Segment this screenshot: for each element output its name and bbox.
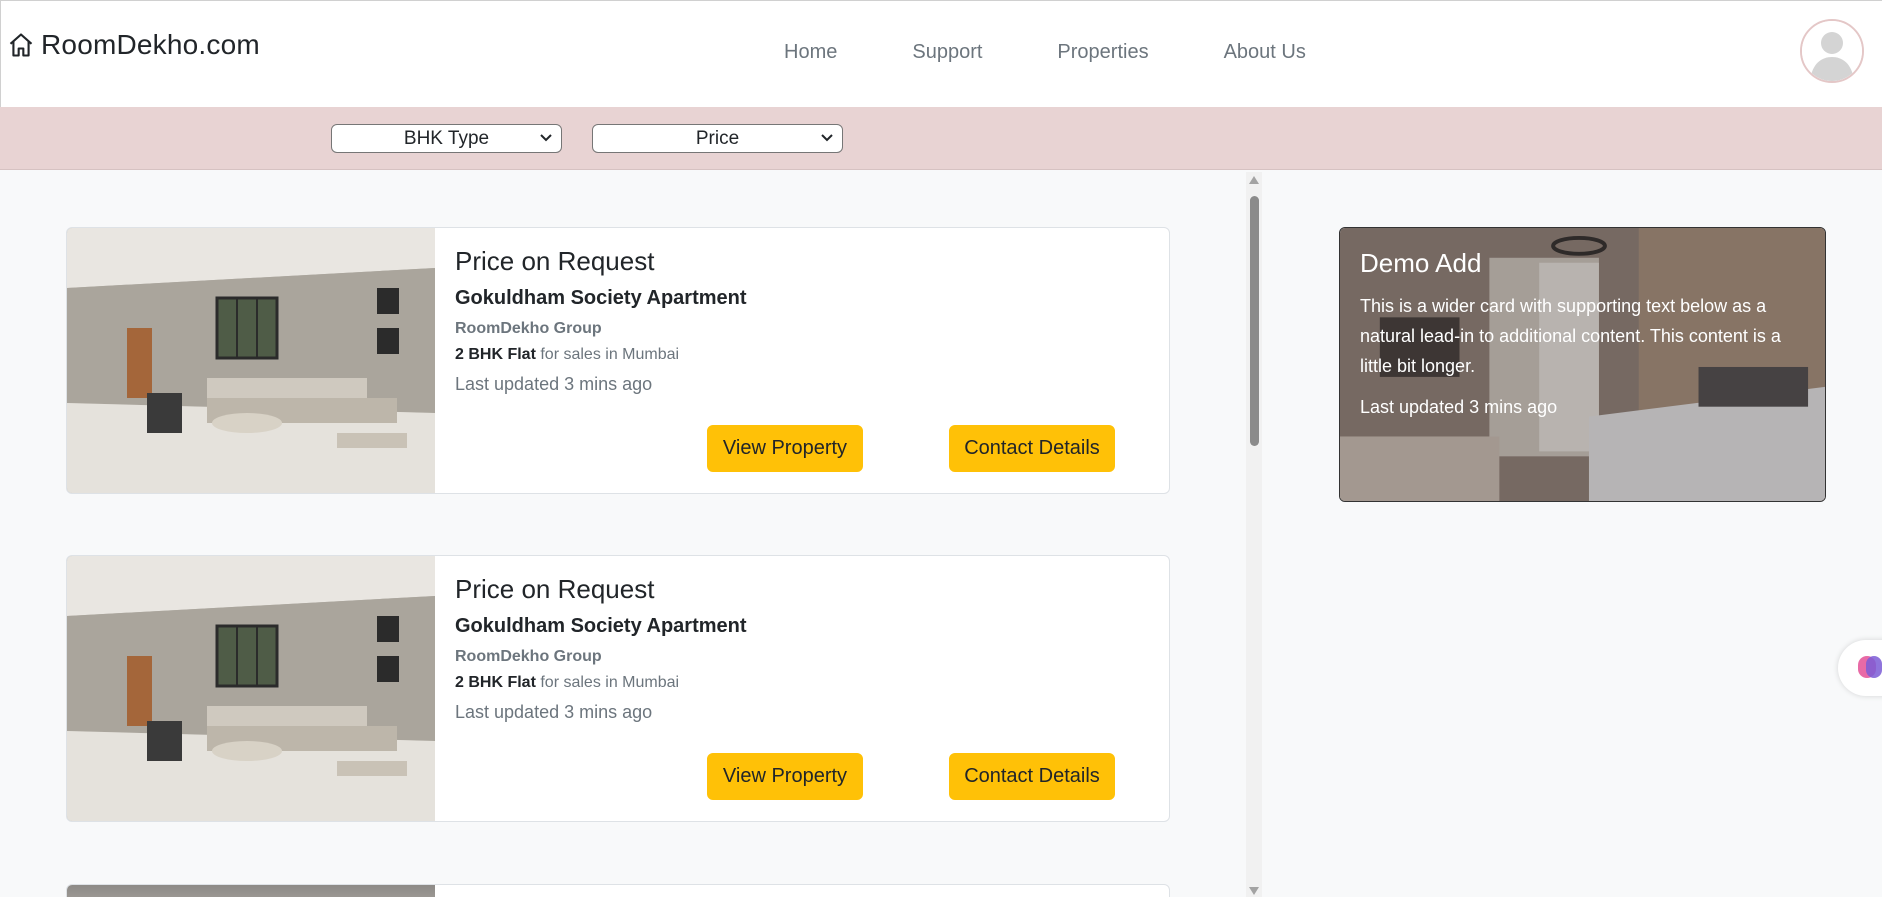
property-title: Gokuldham Society Apartment — [455, 287, 747, 309]
contact-details-button[interactable]: Contact Details — [949, 753, 1115, 800]
property-image — [67, 885, 435, 897]
property-group: RoomDekho Group — [455, 648, 602, 665]
property-flat-info: 2 BHK Flat for sales in Mumbai — [455, 674, 1149, 692]
chevron-down-icon — [821, 134, 833, 142]
ad-title: Demo Add — [1360, 248, 1482, 278]
flat-location: for sales in Mumbai — [540, 674, 680, 691]
property-image — [67, 556, 435, 821]
property-updated: Last updated 3 mins ago — [455, 702, 653, 722]
property-group: RoomDekho Group — [455, 320, 602, 337]
nav-support[interactable]: Support — [912, 41, 982, 64]
home-icon — [9, 33, 33, 57]
listing-scrollbar[interactable] — [1246, 172, 1262, 897]
nav-home[interactable]: Home — [784, 41, 837, 64]
assistant-icon-overlay — [1866, 656, 1882, 678]
navbar: RoomDekho.com Home Support Properties Ab… — [0, 0, 1882, 107]
view-property-button[interactable]: View Property — [707, 425, 863, 472]
bhk-type-value: BHK Type — [403, 127, 490, 149]
filter-bar: BHK Type Price — [0, 107, 1882, 170]
ad-updated: Last updated 3 mins ago — [1360, 397, 1558, 417]
property-image — [67, 228, 435, 493]
property-price: Price on Request — [455, 574, 655, 604]
user-avatar-button[interactable] — [1800, 19, 1864, 83]
ad-card-body: Demo Add This is a wider card with suppo… — [1360, 248, 1805, 418]
property-title: Gokuldham Society Apartment — [455, 615, 747, 637]
contact-details-button[interactable]: Contact Details — [949, 425, 1115, 472]
brand-name: RoomDekho.com — [41, 29, 260, 60]
property-flat-info: 2 BHK Flat for sales in Mumbai — [455, 346, 1149, 364]
chevron-down-icon — [540, 134, 552, 142]
price-select[interactable]: Price — [592, 124, 843, 153]
nav-about-us[interactable]: About Us — [1224, 41, 1306, 64]
brand[interactable]: RoomDekho.com — [7, 29, 260, 61]
main-nav: Home Support Properties About Us — [784, 41, 1306, 64]
ad-card[interactable]: Demo Add This is a wider card with suppo… — [1339, 227, 1826, 502]
price-value: Price — [695, 127, 740, 149]
scrollbar-thumb[interactable] — [1250, 196, 1259, 446]
nav-properties[interactable]: Properties — [1057, 41, 1148, 64]
ad-text: This is a wider card with supporting tex… — [1360, 296, 1781, 376]
property-updated: Last updated 3 mins ago — [455, 374, 653, 394]
property-card-partial — [66, 884, 1170, 897]
flat-location: for sales in Mumbai — [540, 346, 680, 363]
property-card: Price on Request Gokuldham Society Apart… — [66, 555, 1170, 822]
flat-type: 2 BHK Flat — [455, 674, 536, 691]
user-avatar-icon — [1802, 21, 1862, 81]
listing-area[interactable]: Price on Request Gokuldham Society Apart… — [0, 171, 1258, 897]
bhk-type-select[interactable]: BHK Type — [331, 124, 562, 153]
scroll-up-arrow-icon[interactable] — [1249, 176, 1259, 184]
property-card: Price on Request Gokuldham Society Apart… — [66, 227, 1170, 494]
property-price: Price on Request — [455, 246, 655, 276]
floating-assistant-button[interactable] — [1838, 640, 1882, 696]
flat-type: 2 BHK Flat — [455, 346, 536, 363]
view-property-button[interactable]: View Property — [707, 753, 863, 800]
scroll-down-arrow-icon[interactable] — [1249, 887, 1259, 895]
